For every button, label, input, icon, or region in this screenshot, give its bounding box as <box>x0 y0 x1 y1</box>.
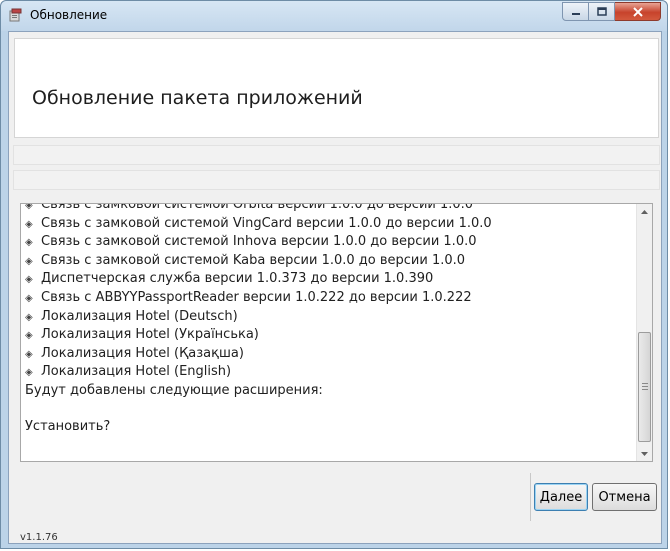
bullet-icon: ◈ <box>25 330 33 342</box>
update-log-content: ◈ Связь с замковой системой Orbita версии… <box>25 203 634 437</box>
close-icon <box>632 6 643 17</box>
list-item-text: Локализация Hotel (English) <box>41 364 232 380</box>
list-item-text: Локализация Hotel (Қазақша) <box>41 345 244 361</box>
dialog-client-area: Обновление пакета приложений ◈ Связь с за… <box>8 31 662 544</box>
next-button[interactable]: Далее <box>534 483 588 511</box>
minimize-button[interactable] <box>562 2 589 21</box>
header-panel: Обновление пакета приложений <box>14 38 659 138</box>
close-button[interactable] <box>615 2 661 21</box>
status-strip <box>13 170 660 190</box>
list-item: ◈ Локализация Hotel (Deutsch) <box>25 308 634 327</box>
list-item: ◈ Связь с замковой системой Orbita версии… <box>25 203 634 215</box>
page-title: Обновление пакета приложений <box>32 87 363 109</box>
bullet-icon: ◈ <box>25 203 33 211</box>
update-log-textbox[interactable]: ◈ Связь с замковой системой Orbita версии… <box>20 203 653 462</box>
bullet-icon: ◈ <box>25 367 33 379</box>
maximize-button[interactable] <box>589 2 615 21</box>
bullet-icon: ◈ <box>25 274 33 286</box>
progress-strip <box>13 145 660 165</box>
thumb-grip-line <box>642 386 648 387</box>
bullet-icon: ◈ <box>25 237 33 249</box>
list-item-text: Локализация Hotel (Українська) <box>41 327 259 343</box>
list-item: ◈ Связь с замковой системой Kaba версии 1… <box>25 252 634 271</box>
arrow-down-icon <box>641 451 648 456</box>
bullet-icon: ◈ <box>25 311 33 323</box>
list-item-text: Диспетчерская служба версии 1.0.373 до в… <box>41 271 434 287</box>
list-item: ◈ Локализация Hotel (Українська) <box>25 326 634 345</box>
button-separator <box>530 473 531 521</box>
extensions-label: Будут добавлены следующие расширения: <box>25 382 323 398</box>
list-item: ◈ Связь с ABBYYPassportReader версии 1.0.… <box>25 289 634 308</box>
bullet-icon: ◈ <box>25 255 33 267</box>
thumb-grip-line <box>642 383 648 384</box>
list-item: ◈ Связь с замковой системой Inhova версии… <box>25 233 634 252</box>
minimize-icon <box>571 12 580 15</box>
bullet-icon: ◈ <box>25 218 33 230</box>
installer-app-icon <box>9 8 22 22</box>
bullet-icon: ◈ <box>25 348 33 360</box>
window-title: Обновление <box>30 8 108 22</box>
bullet-icon: ◈ <box>25 292 33 304</box>
arrow-up-icon <box>641 209 648 214</box>
install-question: Установить? <box>25 419 111 435</box>
list-item-text: Связь с замковой системой Orbita версии … <box>41 203 474 212</box>
list-item-text: Связь с замковой системой VingCard верси… <box>41 215 492 231</box>
title-bar[interactable]: Обновление <box>1 1 667 31</box>
list-item-text: Локализация Hotel (Deutsch) <box>41 308 238 324</box>
list-item: ◈ Диспетчерская служба версии 1.0.373 до … <box>25 270 634 289</box>
update-window: Обновление Обновление пакета приложений <box>0 0 668 549</box>
scrollbar-thumb[interactable] <box>638 332 651 442</box>
scroll-up-button[interactable] <box>637 204 652 219</box>
version-label: v1.1.76 <box>20 532 58 543</box>
list-item-text: Связь с замковой системой Inhova версии … <box>41 234 477 250</box>
list-item-text: Связь с замковой системой Kaba версии 1.… <box>41 252 466 268</box>
scroll-down-button[interactable] <box>637 446 652 461</box>
list-item: ◈ Локализация Hotel (Қазақша) <box>25 345 634 364</box>
list-item-text: Связь с ABBYYPassportReader версии 1.0.2… <box>41 289 472 305</box>
list-item: ◈ Локализация Hotel (English) <box>25 363 634 382</box>
cancel-button[interactable]: Отмена <box>592 483 657 511</box>
maximize-icon <box>596 7 607 16</box>
vertical-scrollbar[interactable] <box>636 204 652 461</box>
thumb-grip-line <box>642 389 648 390</box>
list-item: ◈ Связь с замковой системой VingCard верс… <box>25 215 634 234</box>
